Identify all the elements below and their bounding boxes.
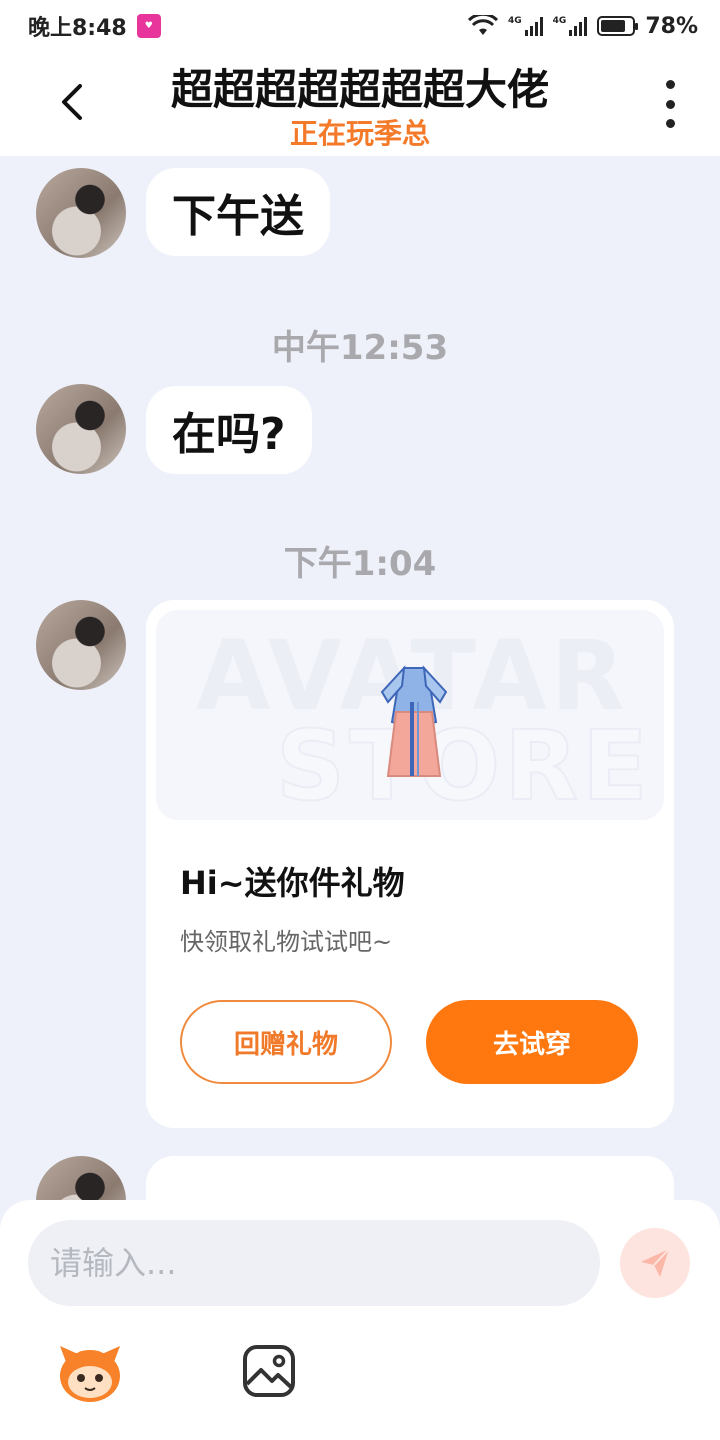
message-text: 在吗?: [172, 409, 286, 460]
network-type-1: 4G: [508, 16, 522, 26]
avatar[interactable]: [36, 384, 126, 474]
gift-title: Hi~送你件礼物: [180, 864, 405, 902]
signal-icon-1: 4G: [508, 16, 543, 36]
message-input[interactable]: [28, 1220, 600, 1306]
mascot-emoji-icon[interactable]: [56, 1340, 124, 1404]
message-text: 下午送: [172, 191, 304, 242]
dress-gift-icon: [380, 665, 448, 777]
message-timestamp: 下午1:04: [283, 544, 437, 584]
message-timestamp: 中午12:53: [271, 328, 449, 368]
return-gift-button[interactable]: 回赠礼物: [180, 1000, 392, 1084]
message-bubble: 下午送: [146, 168, 330, 256]
more-options-button[interactable]: [654, 80, 686, 128]
battery-icon: [597, 16, 639, 36]
app-notification-icon: ♥: [136, 14, 161, 38]
chat-header: 超超超超超超超大佬 正在玩季总: [0, 52, 720, 156]
gift-banner: AVATAR STORE: [156, 610, 664, 820]
try-on-button[interactable]: 去试穿: [426, 1000, 638, 1084]
gift-card[interactable]: AVATAR STORE Hi~送你件礼物 快领取礼物试试吧~ 回赠礼物 去试穿: [146, 600, 674, 1128]
status-bar: 晚上8:48 ♥ 4G 4G 78%: [0, 0, 720, 52]
send-icon: [641, 1248, 670, 1277]
signal-icon-2: 4G: [553, 16, 588, 36]
back-button[interactable]: [44, 74, 100, 130]
gift-description: 快领取礼物试试吧~: [180, 928, 393, 956]
send-button[interactable]: [620, 1228, 690, 1298]
avatar[interactable]: [36, 168, 126, 258]
status-time: 晚上8:48: [28, 16, 127, 41]
chat-title: 超超超超超超超大佬: [170, 65, 549, 114]
message-bubble: 在吗?: [146, 386, 312, 474]
battery-percent: 78%: [645, 13, 698, 39]
status-right: 4G 4G 78%: [468, 14, 698, 39]
chevron-left-icon: [62, 84, 82, 120]
battery-level-fill: [601, 20, 625, 32]
image-icon[interactable]: [242, 1344, 296, 1398]
more-vertical-icon: [665, 80, 675, 89]
avatar[interactable]: [36, 600, 126, 690]
composer-panel: [0, 1200, 720, 1440]
wifi-icon: [468, 15, 499, 35]
banner-watermark-store: STORE: [275, 709, 652, 820]
network-type-2: 4G: [552, 16, 567, 26]
chat-status-subtitle: 正在玩季总: [289, 117, 430, 150]
status-left: 晚上8:48 ♥: [28, 10, 161, 42]
